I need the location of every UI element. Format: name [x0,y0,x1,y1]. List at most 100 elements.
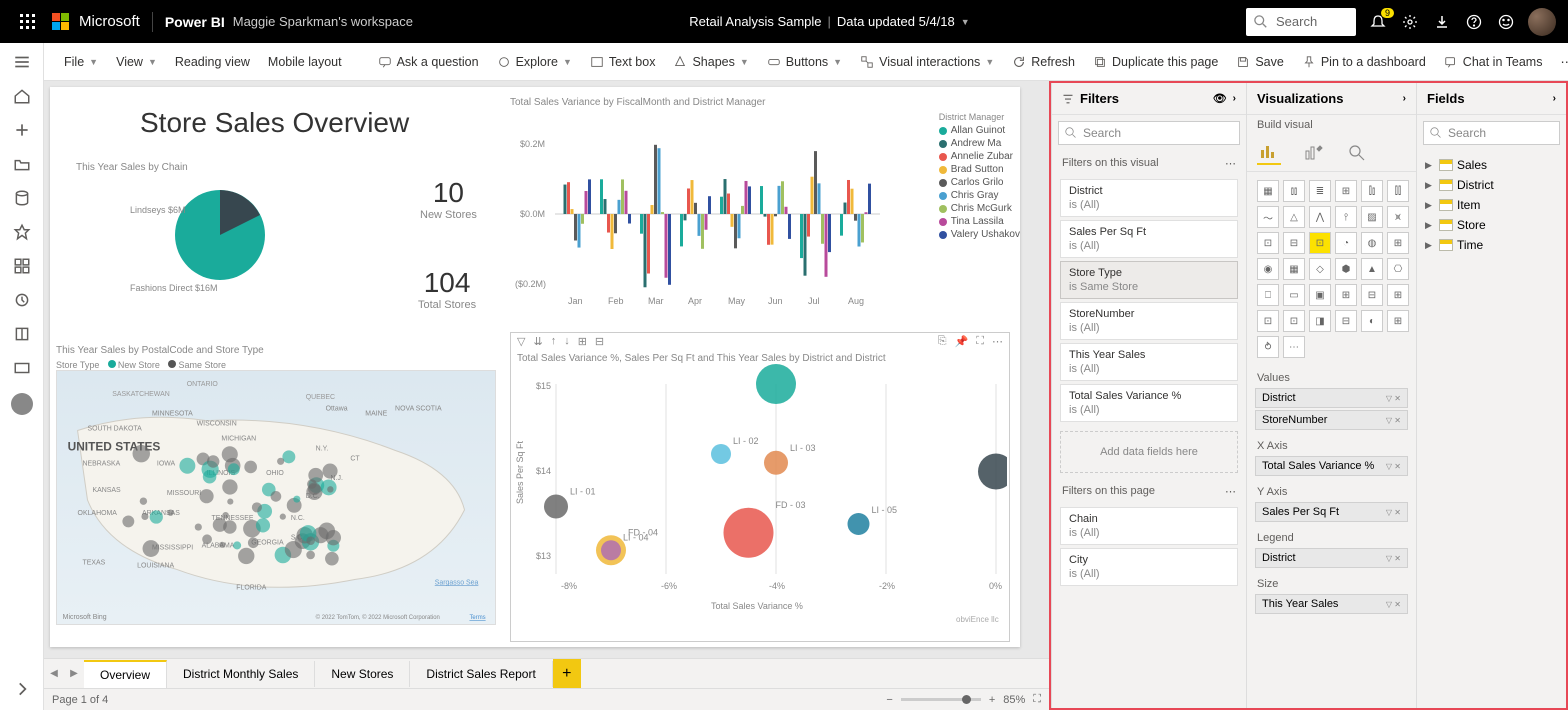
viz-type-icon[interactable]: ⊞ [1387,232,1409,254]
legend-item[interactable]: Andrew Ma [939,138,1020,149]
legend-item[interactable]: Valery Ushakov [939,229,1020,240]
legend-item[interactable]: Chris Gray [939,190,1020,201]
zoom-slider[interactable] [901,698,981,701]
fields-search[interactable]: Search [1423,121,1560,145]
expand-icon[interactable]: ⊞ [578,335,587,351]
expand-icon[interactable] [13,680,31,698]
viz-type-icon[interactable]: ◐ [1361,310,1383,332]
viz-type-icon[interactable]: ▣ [1309,284,1331,306]
focus-icon[interactable]: ⛶ [976,335,984,351]
drill-up-icon[interactable]: ↑ [551,335,557,351]
filter-card[interactable]: Total Sales Variance %is (All) [1060,384,1238,422]
field-table[interactable]: ▶District [1423,175,1560,195]
viz-type-icon[interactable]: ⬢ [1335,258,1357,280]
more-icon[interactable]: ⋯ [1225,157,1236,170]
explore-menu[interactable]: Explore▼ [497,55,572,69]
page-next[interactable]: ▶ [64,668,84,679]
chevron-down-icon[interactable]: ▼ [961,17,970,27]
app-launcher-icon[interactable] [12,6,44,38]
duplicate-page[interactable]: Duplicate this page [1093,55,1218,69]
viz-type-icon[interactable]: ▭ [1283,284,1305,306]
map-visual[interactable]: This Year Sales by PostalCode and Store … [56,345,504,640]
viz-type-icon[interactable]: ⊡ [1309,232,1331,254]
user-avatar[interactable] [1528,8,1556,36]
help-icon[interactable] [1464,12,1484,32]
more-icon[interactable]: ⋯ [992,335,1003,351]
field-table[interactable]: ▶Time [1423,235,1560,255]
viz-type-icon[interactable]: ⊟ [1335,310,1357,332]
show-icon[interactable]: 👁 [1213,92,1227,105]
viz-type-icon[interactable]: ⥁ [1257,336,1279,358]
viz-type-icon[interactable]: 〜 [1257,206,1279,228]
well-district2[interactable]: District▽ ✕ [1255,548,1408,568]
apps-icon[interactable] [13,257,31,275]
filter-card[interactable]: Store Typeis Same Store [1060,261,1238,299]
filter-card[interactable]: Chainis (All) [1060,507,1238,545]
viz-type-icon[interactable]: ⊞ [1387,310,1409,332]
viz-type-icon[interactable]: ⊞ [1335,180,1357,202]
viz-type-icon[interactable]: ◔ [1335,232,1357,254]
metrics-icon[interactable] [13,223,31,241]
viz-type-icon[interactable]: ◍ [1361,232,1383,254]
visual-interactions[interactable]: Visual interactions▼ [860,55,994,69]
collapse-icon[interactable]: › [1403,93,1406,104]
learn-icon[interactable] [13,325,31,343]
report-canvas[interactable]: Store Sales Overview This Year Sales by … [50,87,1020,647]
global-search[interactable]: Search [1246,8,1356,36]
field-table[interactable]: ▶Store [1423,215,1560,235]
ask-question[interactable]: Ask a question [378,55,479,69]
viz-type-icon[interactable]: ⊡ [1257,232,1279,254]
legend-item[interactable]: Tina Lassila [939,216,1020,227]
data-hub-icon[interactable] [13,189,31,207]
well-storenum[interactable]: StoreNumber▽ ✕ [1255,410,1408,430]
settings-icon[interactable] [1400,12,1420,32]
notifications-icon[interactable]: 9 [1368,12,1388,32]
field-table[interactable]: ▶Item [1423,195,1560,215]
viz-type-icon[interactable]: ▨ [1361,206,1383,228]
add-fields-drop[interactable]: Add data fields here [1060,431,1238,473]
home-icon[interactable] [13,87,31,105]
viz-type-icon[interactable]: ◇ [1309,258,1331,280]
well-thisyear[interactable]: This Year Sales▽ ✕ [1255,594,1408,614]
viz-type-icon[interactable]: ⫿⫿ [1387,180,1409,202]
workspace-name[interactable]: Maggie Sparkman's workspace [233,14,413,29]
well-variance[interactable]: Total Sales Variance %▽ ✕ [1255,456,1408,476]
viz-type-icon[interactable]: ⋯ [1283,336,1305,358]
browse-icon[interactable] [13,155,31,173]
drill-down-icon[interactable]: ↓ [564,335,570,351]
format-tab[interactable] [1301,141,1325,165]
refresh[interactable]: Refresh [1012,55,1075,69]
buttons-menu[interactable]: Buttons▼ [767,55,842,69]
filter-icon[interactable]: ▽ [517,335,525,351]
viz-type-icon[interactable]: ⊞ [1335,284,1357,306]
fit-page-icon[interactable]: ⛶ [1033,693,1041,706]
collapse-icon[interactable]: › [1553,93,1556,104]
tab-district-report[interactable]: District Sales Report [410,661,552,687]
shapes-menu[interactable]: Shapes▼ [673,55,748,69]
menu-icon[interactable] [13,53,31,71]
viz-type-icon[interactable]: ⊡ [1283,310,1305,332]
viz-type-icon[interactable]: ⎔ [1387,258,1409,280]
legend-item[interactable]: Annelie Zubar [939,151,1020,162]
save[interactable]: Save [1236,55,1284,69]
viz-type-icon[interactable]: ⊡ [1257,310,1279,332]
workspaces-icon[interactable] [13,359,31,377]
well-salessqft[interactable]: Sales Per Sq Ft▽ ✕ [1255,502,1408,522]
product-name[interactable]: Power BI [165,14,225,30]
plus-icon[interactable] [13,121,31,139]
pie-visual[interactable]: This Year Sales by Chain Lindseys $6M Fa… [70,162,350,342]
bar-visual[interactable]: Total Sales Variance by FiscalMonth and … [510,97,1010,327]
drill-icon[interactable]: ⇊ [533,335,542,351]
viz-type-icon[interactable]: ⩙ [1387,206,1409,228]
zoom-in[interactable]: + [989,694,995,706]
legend-item[interactable]: Allan Guinot [939,125,1020,136]
kpi-new-stores[interactable]: 10 New Stores [420,177,477,221]
viz-type-icon[interactable]: ◉ [1257,258,1279,280]
view-menu[interactable]: View▼ [116,55,157,69]
report-name[interactable]: Retail Analysis Sample [689,14,821,29]
viz-type-icon[interactable]: ▦ [1257,180,1279,202]
text-box[interactable]: Text box [590,55,656,69]
chat-teams[interactable]: Chat in Teams [1444,55,1543,69]
viz-type-icon[interactable]: ⎕ [1257,284,1279,306]
feedback-icon[interactable] [1496,12,1516,32]
